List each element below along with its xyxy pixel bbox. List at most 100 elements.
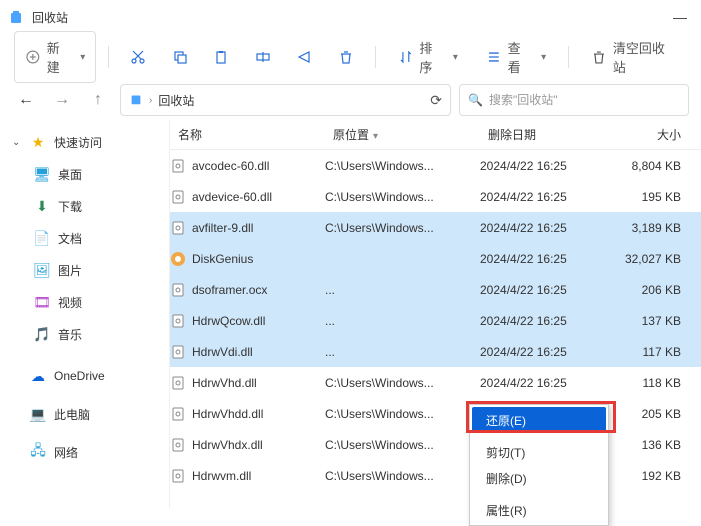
sidebar-item-music[interactable]: 🎵 音乐 [0,318,169,350]
file-date: 2024/4/22 16:25 [480,190,600,204]
file-size: 3,189 KB [600,221,701,235]
file-list: avcodec-60.dllC:\Users\Windows...2024/4/… [170,150,701,508]
new-label: 新建 [47,38,73,76]
document-icon: 📄 [34,230,50,246]
file-size: 206 KB [600,283,701,297]
search-input[interactable] [489,93,680,107]
up-button[interactable]: ↑ [84,86,112,114]
sort-button[interactable]: 排序 ▾ [388,32,468,82]
new-button[interactable]: 新建 ▾ [14,31,96,83]
sidebar-item-documents[interactable]: 📄 文档 [0,222,169,254]
table-row[interactable]: HdrwVdi.dll...2024/4/22 16:25117 KB [170,336,701,367]
sort-icon [398,49,414,65]
sidebar-item-quick-access[interactable]: ⌄ ★ 快速访问 [0,126,169,158]
file-name: HdrwVhdx.dll [192,438,263,452]
sidebar-item-pictures[interactable]: 🖼 图片 [0,254,169,286]
sidebar-item-network[interactable]: 🖧 网络 [0,436,169,468]
column-header-date[interactable]: 删除日期 [480,126,600,143]
file-date: 2024/4/22 16:25 [480,314,600,328]
share-button[interactable] [288,40,322,74]
breadcrumb-location: 回收站 [158,92,194,109]
table-row[interactable]: dsoframer.ocx...2024/4/22 16:25206 KB [170,274,701,305]
table-row[interactable]: HdrwQcow.dll...2024/4/22 16:25137 KB [170,305,701,336]
sidebar-label: 桌面 [58,166,82,183]
chevron-down-icon: ⌄ [12,137,22,148]
file-location: ... [325,283,480,297]
file-name: HdrwVdi.dll [192,345,253,359]
recycle-bin-icon [129,92,143,109]
file-size: 8,804 KB [600,159,701,173]
context-menu-delete[interactable]: 删除(D) [472,465,606,491]
cloud-icon: ☁ [30,368,46,384]
table-row[interactable]: Hdrwvm.dllC:\Users\Windows...2024/4/22 1… [170,460,701,491]
view-button[interactable]: 查看 ▾ [476,32,556,82]
file-icon [170,468,186,484]
list-icon [486,49,502,65]
file-icon [170,437,186,453]
minimize-button[interactable]: — [673,9,687,25]
empty-recycle-button[interactable]: 清空回收站 [581,32,687,82]
context-menu-restore[interactable]: 还原(E) [472,407,606,433]
file-icon [170,158,186,174]
sidebar-label: 音乐 [58,326,82,343]
file-size: 137 KB [600,314,701,328]
file-icon [170,282,186,298]
sidebar-label: 文档 [58,230,82,247]
column-header-name[interactable]: 名称 [170,126,325,143]
context-menu-cut[interactable]: 剪切(T) [472,439,606,465]
music-icon: 🎵 [34,326,50,342]
context-menu-properties[interactable]: 属性(R) [472,497,606,523]
sidebar-label: 快速访问 [54,134,102,151]
cut-button[interactable] [121,40,155,74]
table-row[interactable]: DiskGenius2024/4/22 16:2532,027 KB [170,243,701,274]
chevron-down-icon: ▾ [453,52,458,63]
empty-label: 清空回收站 [613,38,677,76]
file-size: 32,027 KB [600,252,701,266]
table-row[interactable]: HdrwVhd.dllC:\Users\Windows...2024/4/22 … [170,367,701,398]
sidebar-item-downloads[interactable]: ⬇ 下载 [0,190,169,222]
file-size: 205 KB [600,407,701,421]
table-row[interactable]: avfilter-9.dllC:\Users\Windows...2024/4/… [170,212,701,243]
copy-button[interactable] [163,40,197,74]
file-icon [170,313,186,329]
file-icon [170,344,186,360]
table-row[interactable]: HdrwVhdx.dllC:\Users\Windows...2024/4/22… [170,429,701,460]
file-icon [170,251,186,267]
title-bar: 回收站 — [0,0,701,34]
refresh-button[interactable]: ⟳ [430,92,442,109]
sidebar-label: 视频 [58,294,82,311]
rename-button[interactable] [246,40,280,74]
back-button[interactable]: ← [12,86,40,114]
sidebar-item-desktop[interactable]: 🖥 桌面 [0,158,169,190]
breadcrumb[interactable]: › 回收站 ⟳ [120,84,451,116]
column-header-location[interactable]: 原位置▾ [325,126,480,143]
table-row[interactable]: avdevice-60.dllC:\Users\Windows...2024/4… [170,181,701,212]
file-icon [170,375,186,391]
file-name: avfilter-9.dll [192,221,253,235]
chevron-down-icon: ▾ [541,52,546,63]
download-icon: ⬇ [34,198,50,214]
search-box[interactable]: 🔍 [459,84,689,116]
scissors-icon [130,49,146,65]
sidebar-item-videos[interactable]: 🎞 视频 [0,286,169,318]
sidebar: ⌄ ★ 快速访问 🖥 桌面 ⬇ 下载 📄 文档 🖼 图片 🎞 视频 🎵 音乐 [0,120,170,508]
column-header-row: 名称 原位置▾ 删除日期 大小 [170,120,701,150]
file-date: 2024/4/22 16:25 [480,252,600,266]
trash-icon [338,49,354,65]
forward-button[interactable]: → [48,86,76,114]
toolbar: 新建 ▾ 排序 ▾ 查看 ▾ 清空回收站 [0,34,701,80]
table-row[interactable]: avcodec-60.dllC:\Users\Windows...2024/4/… [170,150,701,181]
file-date: 2024/4/22 16:25 [480,376,600,390]
sidebar-item-onedrive[interactable]: ☁ OneDrive [0,360,169,392]
file-name: avcodec-60.dll [192,159,269,173]
file-location: C:\Users\Windows... [325,190,480,204]
picture-icon: 🖼 [34,262,50,278]
sidebar-item-thispc[interactable]: 💻 此电脑 [0,398,169,430]
file-size: 117 KB [600,345,701,359]
table-row[interactable]: HdrwVhdd.dllC:\Users\Windows...2024/4/22… [170,398,701,429]
file-location: C:\Users\Windows... [325,159,480,173]
column-header-size[interactable]: 大小 [600,126,701,143]
paste-button[interactable] [204,40,238,74]
delete-button[interactable] [329,40,363,74]
main-panel: 名称 原位置▾ 删除日期 大小 avcodec-60.dll C:\Users\W… [170,120,701,508]
